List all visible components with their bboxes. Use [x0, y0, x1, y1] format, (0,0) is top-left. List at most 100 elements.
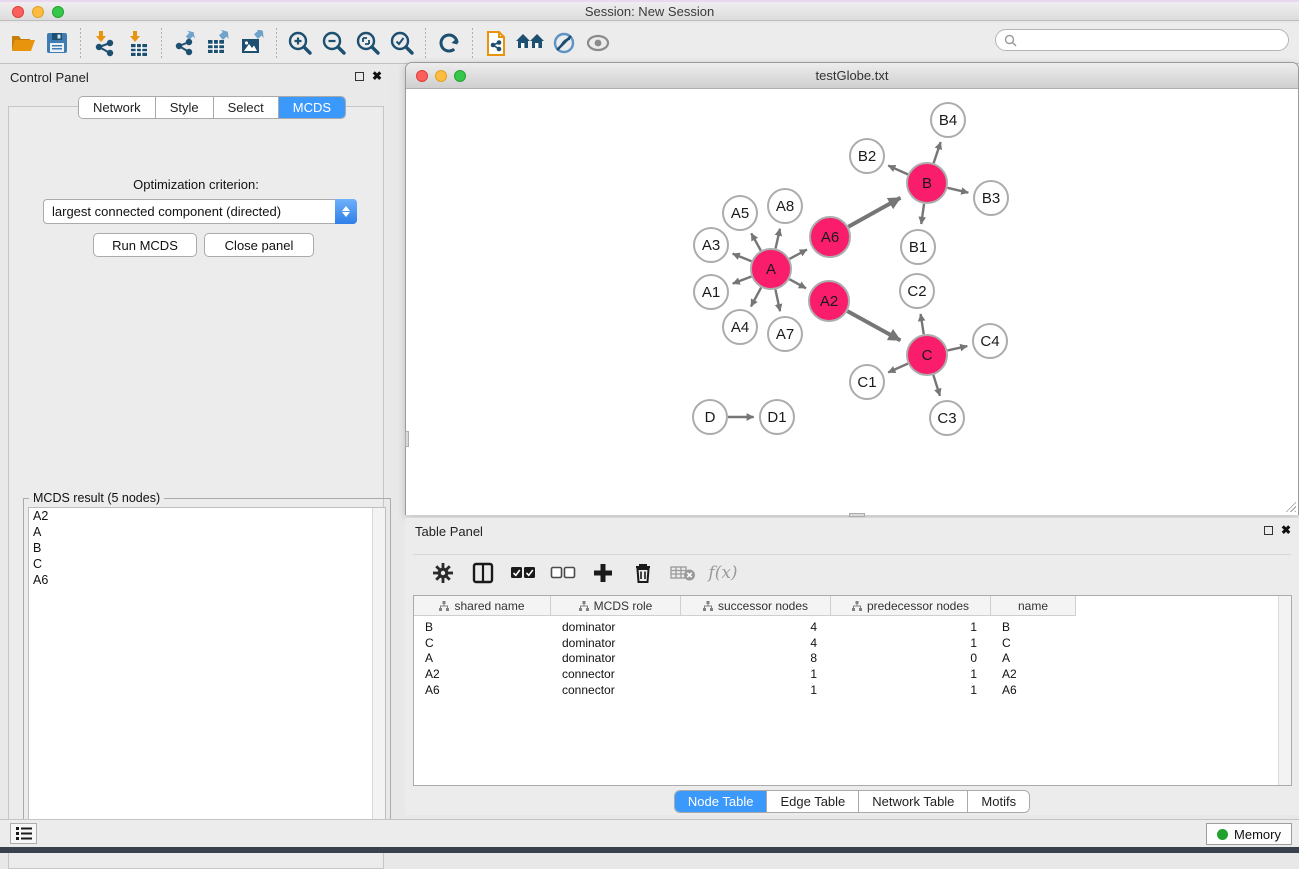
refresh-network-button[interactable]: [432, 27, 466, 59]
network-canvas[interactable]: B4 B2 B B3 A8 A5 A6 A3 B1 A A1 C2 A2 A4 A7 C4 C C1 C3 D D1: [406, 89, 1298, 515]
zoom-fit-button[interactable]: [351, 27, 385, 59]
open-session-button[interactable]: [6, 27, 40, 59]
save-session-button[interactable]: [40, 27, 74, 59]
table-toolbar: f(x): [413, 554, 1291, 590]
tab-style[interactable]: Style: [156, 97, 214, 118]
float-panel-icon[interactable]: [1264, 526, 1273, 535]
column-header-predecessor-nodes[interactable]: predecessor nodes: [831, 596, 991, 616]
graph-node-C2[interactable]: C2: [900, 274, 934, 308]
import-table-button[interactable]: [121, 27, 155, 59]
mcds-result-item[interactable]: A2: [29, 508, 385, 524]
graph-node-C3[interactable]: C3: [930, 401, 964, 435]
zoom-selected-button[interactable]: [385, 27, 419, 59]
network-from-file-button[interactable]: [479, 27, 513, 59]
tab-select[interactable]: Select: [214, 97, 279, 118]
minimize-window-button[interactable]: [32, 6, 44, 18]
run-mcds-button[interactable]: Run MCDS: [93, 233, 197, 257]
table-row[interactable]: Bdominator41B: [414, 619, 1291, 635]
memory-button[interactable]: Memory: [1206, 823, 1292, 845]
zoom-in-button[interactable]: [283, 27, 317, 59]
mcds-tab-content: Optimization criterion: largest connecte…: [8, 106, 384, 869]
search-input[interactable]: [1022, 33, 1280, 47]
graph-node-B4[interactable]: B4: [931, 103, 965, 137]
tab-mcds[interactable]: MCDS: [279, 97, 345, 118]
graph-node-A1[interactable]: A1: [694, 275, 728, 309]
mcds-result-list[interactable]: A2ABCA6: [28, 507, 386, 838]
network-window-titlebar[interactable]: testGlobe.txt: [406, 63, 1298, 89]
show-columns-button[interactable]: [465, 558, 501, 588]
split-handle[interactable]: [405, 431, 409, 447]
create-column-button[interactable]: [585, 558, 621, 588]
graph-node-A[interactable]: A: [751, 249, 791, 289]
table-row[interactable]: A6connector11A6: [414, 682, 1291, 698]
column-header-name[interactable]: name: [991, 596, 1076, 616]
graph-node-A7[interactable]: A7: [768, 317, 802, 351]
close-window-button[interactable]: [12, 6, 24, 18]
graph-node-D[interactable]: D: [693, 400, 727, 434]
graph-node-C1[interactable]: C1: [850, 365, 884, 399]
graph-node-A4[interactable]: A4: [723, 310, 757, 344]
table-cell: C: [991, 636, 1076, 650]
scrollbar-track[interactable]: [1278, 596, 1291, 785]
show-hidden-button[interactable]: [581, 27, 615, 59]
graph-node-B1[interactable]: B1: [901, 230, 935, 264]
scrollbar-track[interactable]: [372, 508, 385, 837]
column-header-shared-name[interactable]: shared name: [414, 596, 551, 616]
graph-node-B3[interactable]: B3: [974, 181, 1008, 215]
tab-network[interactable]: Network: [79, 97, 156, 118]
mcds-result-item[interactable]: A6: [29, 572, 385, 588]
select-all-button[interactable]: [505, 558, 541, 588]
maximize-network-button[interactable]: [454, 70, 466, 82]
graph-node-A3[interactable]: A3: [694, 228, 728, 262]
tab-motifs[interactable]: Motifs: [968, 791, 1029, 812]
table-settings-button[interactable]: [425, 558, 461, 588]
graph-edge-B-B4: [934, 142, 941, 163]
delete-column-button[interactable]: [625, 558, 661, 588]
task-history-button[interactable]: [10, 823, 37, 844]
control-panel-tabs: NetworkStyleSelectMCDS: [78, 96, 346, 119]
column-header-MCDS-role[interactable]: MCDS role: [551, 596, 681, 616]
export-table-button[interactable]: [202, 27, 236, 59]
graph-node-A8[interactable]: A8: [768, 189, 802, 223]
zoom-out-button[interactable]: [317, 27, 351, 59]
node-table: shared nameMCDS rolesuccessor nodesprede…: [413, 595, 1292, 786]
mcds-result-item[interactable]: B: [29, 540, 385, 556]
deselect-all-button[interactable]: [545, 558, 581, 588]
hierarchy-icon: [439, 601, 449, 611]
split-handle[interactable]: [849, 513, 865, 517]
close-panel-icon[interactable]: ✖: [372, 71, 382, 81]
graph-node-D1[interactable]: D1: [760, 400, 794, 434]
graph-node-A6[interactable]: A6: [810, 217, 850, 257]
close-panel-icon[interactable]: ✖: [1281, 525, 1291, 535]
column-header-successor-nodes[interactable]: successor nodes: [681, 596, 831, 616]
close-network-button[interactable]: [416, 70, 428, 82]
float-panel-icon[interactable]: [355, 72, 364, 81]
optimization-criterion-dropdown[interactable]: largest connected component (directed): [43, 199, 357, 224]
import-network-button[interactable]: [87, 27, 121, 59]
close-panel-button[interactable]: Close panel: [204, 233, 314, 257]
graph-node-C4[interactable]: C4: [973, 324, 1007, 358]
graph-node-A2[interactable]: A2: [809, 281, 849, 321]
delete-table-button[interactable]: [665, 558, 701, 588]
maximize-window-button[interactable]: [52, 6, 64, 18]
tab-network-table[interactable]: Network Table: [859, 791, 968, 812]
minimize-network-button[interactable]: [435, 70, 447, 82]
mcds-result-item[interactable]: C: [29, 556, 385, 572]
function-builder-button[interactable]: f(x): [705, 558, 741, 588]
tab-edge-table[interactable]: Edge Table: [767, 791, 859, 812]
table-cell: 8: [681, 651, 831, 665]
graph-node-B2[interactable]: B2: [850, 139, 884, 173]
table-row[interactable]: Adominator80A: [414, 651, 1291, 667]
search-box[interactable]: [995, 29, 1289, 51]
graph-node-B[interactable]: B: [907, 163, 947, 203]
export-image-button[interactable]: [236, 27, 270, 59]
graph-node-C[interactable]: C: [907, 335, 947, 375]
table-row[interactable]: Cdominator41C: [414, 635, 1291, 651]
export-network-button[interactable]: [168, 27, 202, 59]
home-button[interactable]: [513, 27, 547, 59]
mcds-result-item[interactable]: A: [29, 524, 385, 540]
table-row[interactable]: A2connector11A2: [414, 666, 1291, 682]
hide-annotations-button[interactable]: [547, 27, 581, 59]
graph-node-A5[interactable]: A5: [723, 196, 757, 230]
tab-node-table[interactable]: Node Table: [675, 791, 768, 812]
